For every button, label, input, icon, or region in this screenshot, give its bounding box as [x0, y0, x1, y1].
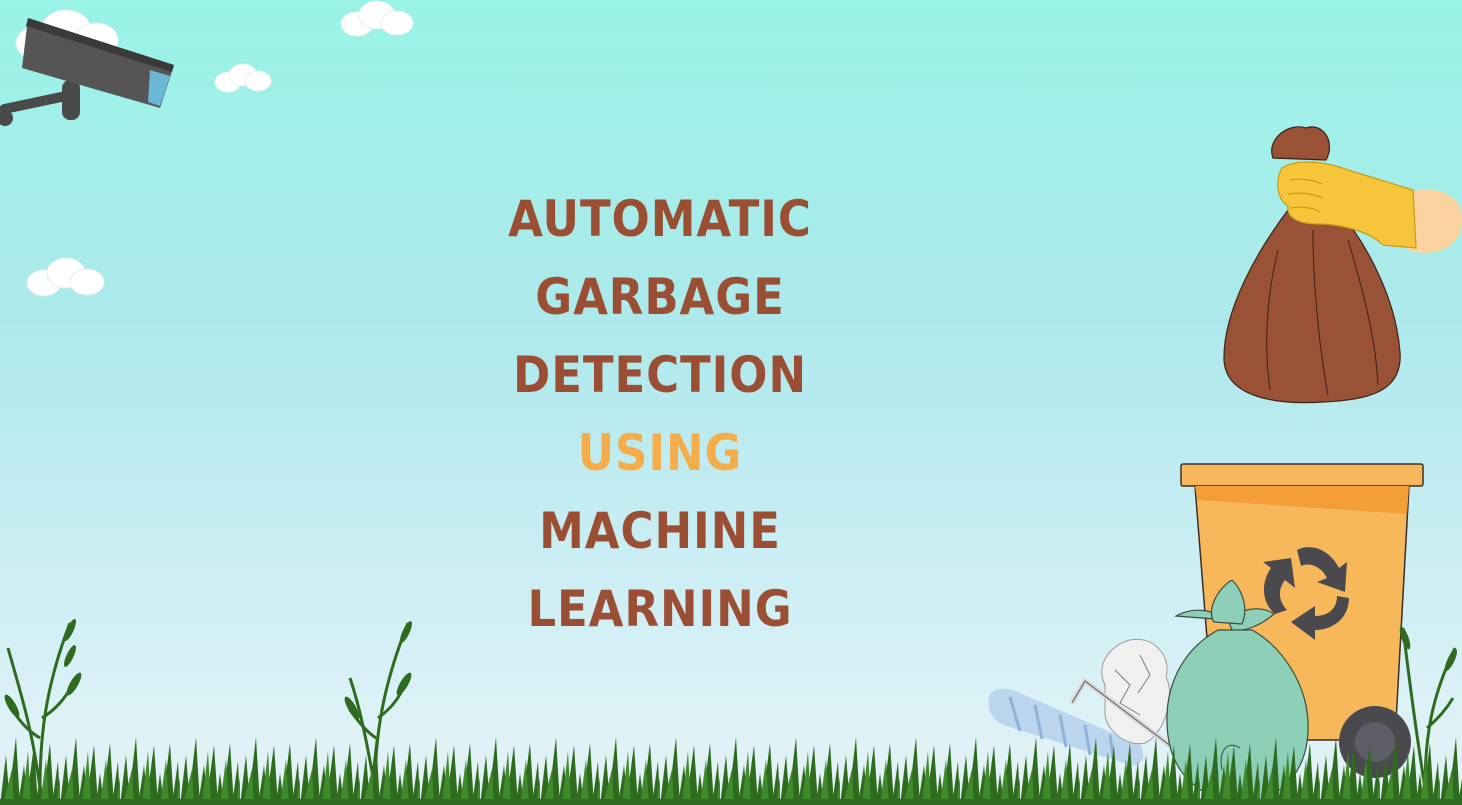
title-line-using: Using [577, 424, 743, 482]
slide-scene: Automatic Garbage Detection Using Machin… [0, 0, 1462, 805]
cloud-4 [26, 257, 105, 297]
cloud-3 [214, 63, 272, 93]
slide-title: Automatic Garbage Detection Using Machin… [380, 180, 940, 648]
title-line-garbage-detection: Garbage Detection [512, 268, 808, 404]
garbage-bag-icon [1223, 126, 1462, 404]
title-line-machine-learning: Machine Learning [527, 502, 793, 638]
title-line-automatic: Automatic [508, 190, 812, 248]
security-camera-icon [0, 18, 174, 126]
cloud-2 [340, 0, 414, 37]
grass-strip [0, 725, 1462, 805]
